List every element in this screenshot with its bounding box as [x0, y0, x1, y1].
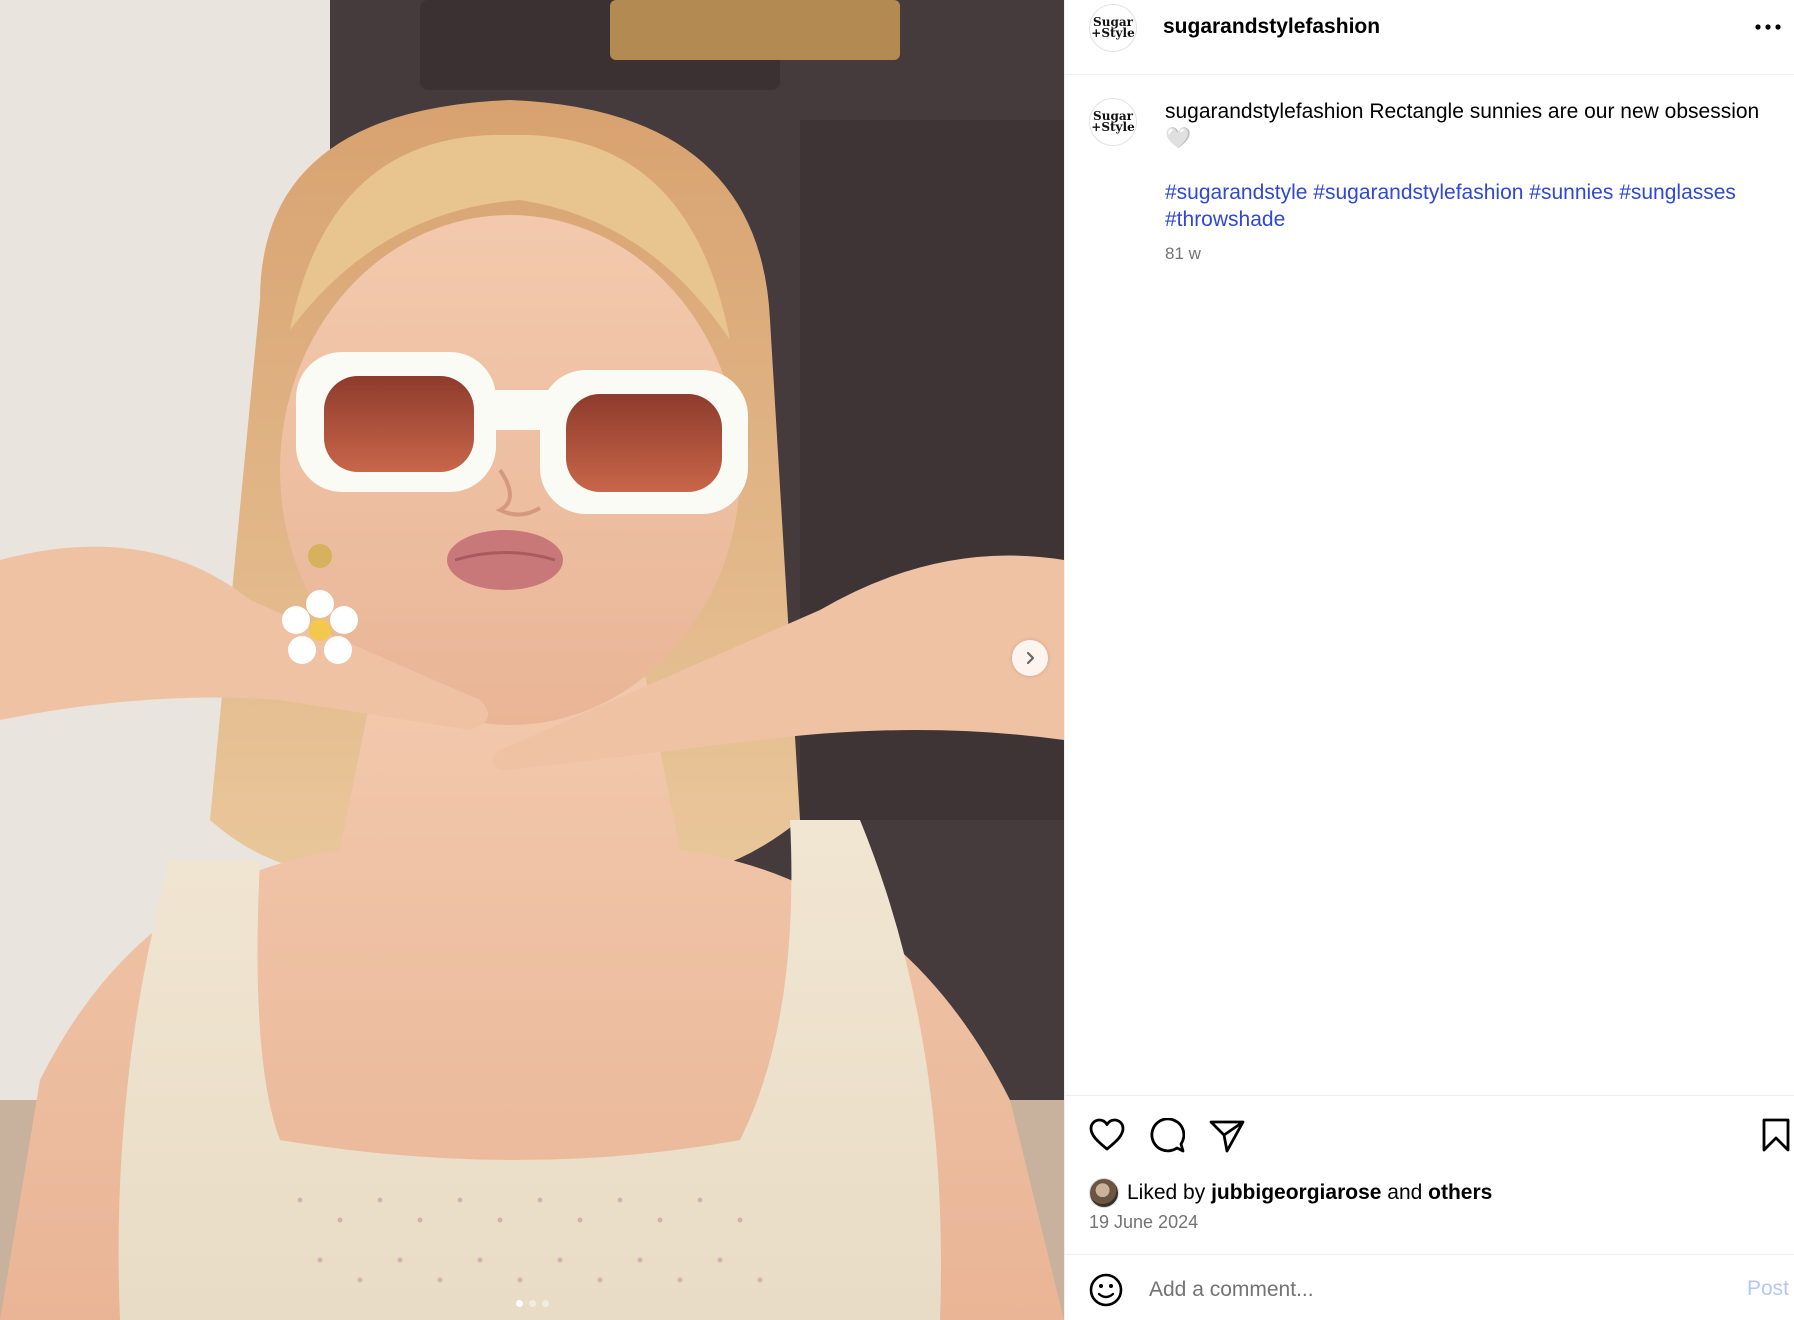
comment-input[interactable] [1149, 1275, 1649, 1305]
hashtag-link[interactable]: #sunglasses [1619, 181, 1736, 204]
liker-avatar[interactable] [1089, 1178, 1119, 1208]
post-date[interactable]: 19 June 2024 [1089, 1212, 1198, 1233]
bookmark-icon [1762, 1118, 1790, 1152]
post-caption: sugarandstylefashion Rectangle sunnies a… [1165, 98, 1775, 233]
carousel-indicator [0, 1300, 1064, 1307]
carousel-dot [515, 1300, 523, 1307]
comment-bar: Post [1065, 1254, 1794, 1320]
emoji-icon [1089, 1273, 1123, 1307]
more-horizontal-icon [1755, 24, 1781, 30]
likes-connector: and [1387, 1181, 1423, 1204]
send-icon [1209, 1120, 1245, 1153]
post-actions: Liked by jubbigeorgiarose and others 19 … [1065, 1095, 1794, 1255]
comment-icon [1150, 1117, 1186, 1153]
likes-prefix: Liked by [1127, 1181, 1206, 1204]
carousel-dot [528, 1300, 536, 1307]
carousel-next-button[interactable] [1012, 640, 1048, 676]
post-header: Sugar +Style sugarandstylefashion [1065, 0, 1794, 75]
post-side-panel: Sugar +Style sugarandstylefashion Sugar … [1064, 0, 1794, 1320]
emoji-button[interactable] [1089, 1273, 1123, 1312]
post-photo [0, 0, 1064, 1320]
hashtag-link[interactable]: #sunnies [1529, 181, 1613, 204]
liker-username[interactable]: jubbigeorgiarose [1211, 1181, 1381, 1205]
hashtag-link[interactable]: #sugarandstylefashion [1313, 181, 1523, 204]
hashtag-link[interactable]: #throwshade [1165, 208, 1285, 231]
avatar[interactable]: Sugar +Style [1089, 4, 1137, 52]
comment-button[interactable] [1149, 1117, 1186, 1159]
hashtag-list: #sugarandstyle #sugarandstylefashion #su… [1165, 179, 1775, 233]
hashtag-link[interactable]: #sugarandstyle [1165, 181, 1307, 204]
post-media[interactable] [0, 0, 1064, 1320]
post-username[interactable]: sugarandstylefashion [1163, 15, 1380, 39]
likes-others-link[interactable]: others [1428, 1181, 1492, 1205]
avatar-text: +Style [1091, 26, 1135, 40]
like-button[interactable] [1089, 1118, 1125, 1157]
avatar-text: +Style [1091, 120, 1135, 134]
heart-icon [1089, 1118, 1125, 1151]
caption-avatar[interactable]: Sugar +Style [1089, 98, 1137, 146]
caption-username[interactable]: sugarandstylefashion [1165, 100, 1363, 123]
share-button[interactable] [1209, 1118, 1245, 1159]
likes-summary: Liked by jubbigeorgiarose and others [1089, 1178, 1492, 1208]
post-comment-button[interactable]: Post [1747, 1277, 1789, 1301]
caption-timestamp[interactable]: 81 w [1165, 244, 1201, 264]
more-options-button[interactable] [1751, 12, 1785, 42]
carousel-dot [541, 1300, 549, 1307]
save-button[interactable] [1761, 1118, 1791, 1157]
chevron-right-icon [1026, 651, 1035, 665]
